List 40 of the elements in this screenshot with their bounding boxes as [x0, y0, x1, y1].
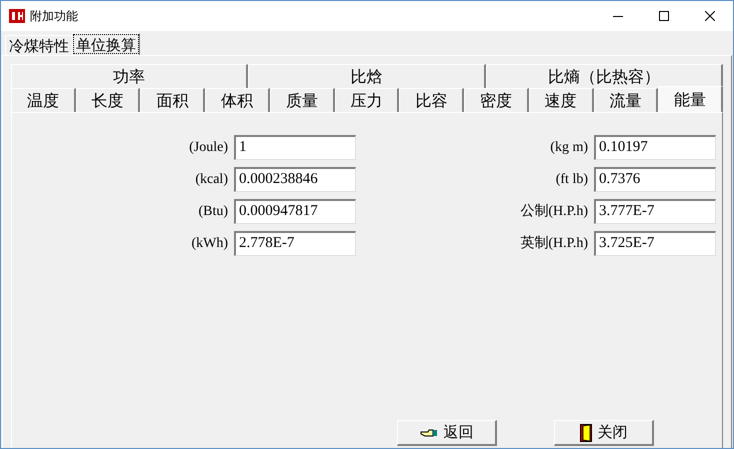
- field-label: 英制(H.P.h): [519, 234, 589, 252]
- tab[interactable]: 比焓: [248, 64, 486, 88]
- action-button[interactable]: 返回: [397, 420, 497, 446]
- tab[interactable]: 功率: [11, 64, 248, 88]
- field-label: (ft lb): [554, 170, 589, 188]
- door-icon: [580, 424, 592, 442]
- action-button[interactable]: 关闭: [554, 420, 654, 446]
- app-icon: [9, 9, 25, 23]
- value-field[interactable]: 1: [234, 134, 356, 160]
- value-field[interactable]: 2.778E-7: [234, 230, 356, 256]
- pointing-hand-icon: [420, 428, 438, 438]
- field-label: (kcal): [194, 170, 229, 188]
- field-label: (kWh): [190, 234, 229, 252]
- tab[interactable]: 单位换算: [72, 33, 140, 55]
- tab[interactable]: 冷煤特性: [5, 35, 72, 55]
- window-title: 附加功能: [30, 8, 78, 25]
- field-label: (Btu): [197, 202, 229, 220]
- value-field[interactable]: 0.7376: [594, 166, 716, 192]
- tab[interactable]: 长度: [76, 88, 140, 112]
- value-field[interactable]: 0.000947817: [234, 198, 356, 224]
- tab[interactable]: 密度: [464, 88, 529, 112]
- maximize-icon: [659, 11, 669, 21]
- field-label: 公制(H.P.h): [519, 202, 589, 220]
- field-label: (kg m): [549, 138, 589, 156]
- value-field[interactable]: 0.000238846: [234, 166, 356, 192]
- tab[interactable]: 压力: [334, 88, 400, 112]
- tab[interactable]: 质量: [270, 88, 335, 112]
- tab[interactable]: 比容: [399, 88, 464, 112]
- tab[interactable]: 能量: [658, 86, 724, 112]
- value-field[interactable]: 0.10197: [594, 134, 716, 160]
- tab[interactable]: 速度: [528, 88, 594, 112]
- tab[interactable]: 体积: [205, 88, 270, 112]
- field-label: (Joule): [188, 138, 229, 156]
- close-icon: [705, 11, 715, 21]
- tab[interactable]: 面积: [140, 88, 206, 112]
- tab[interactable]: 温度: [11, 88, 76, 112]
- tab[interactable]: 比熵（比热容）: [486, 64, 723, 88]
- tab[interactable]: 流量: [594, 88, 658, 112]
- value-field[interactable]: 3.725E-7: [594, 230, 716, 256]
- value-field[interactable]: 3.777E-7: [594, 198, 716, 224]
